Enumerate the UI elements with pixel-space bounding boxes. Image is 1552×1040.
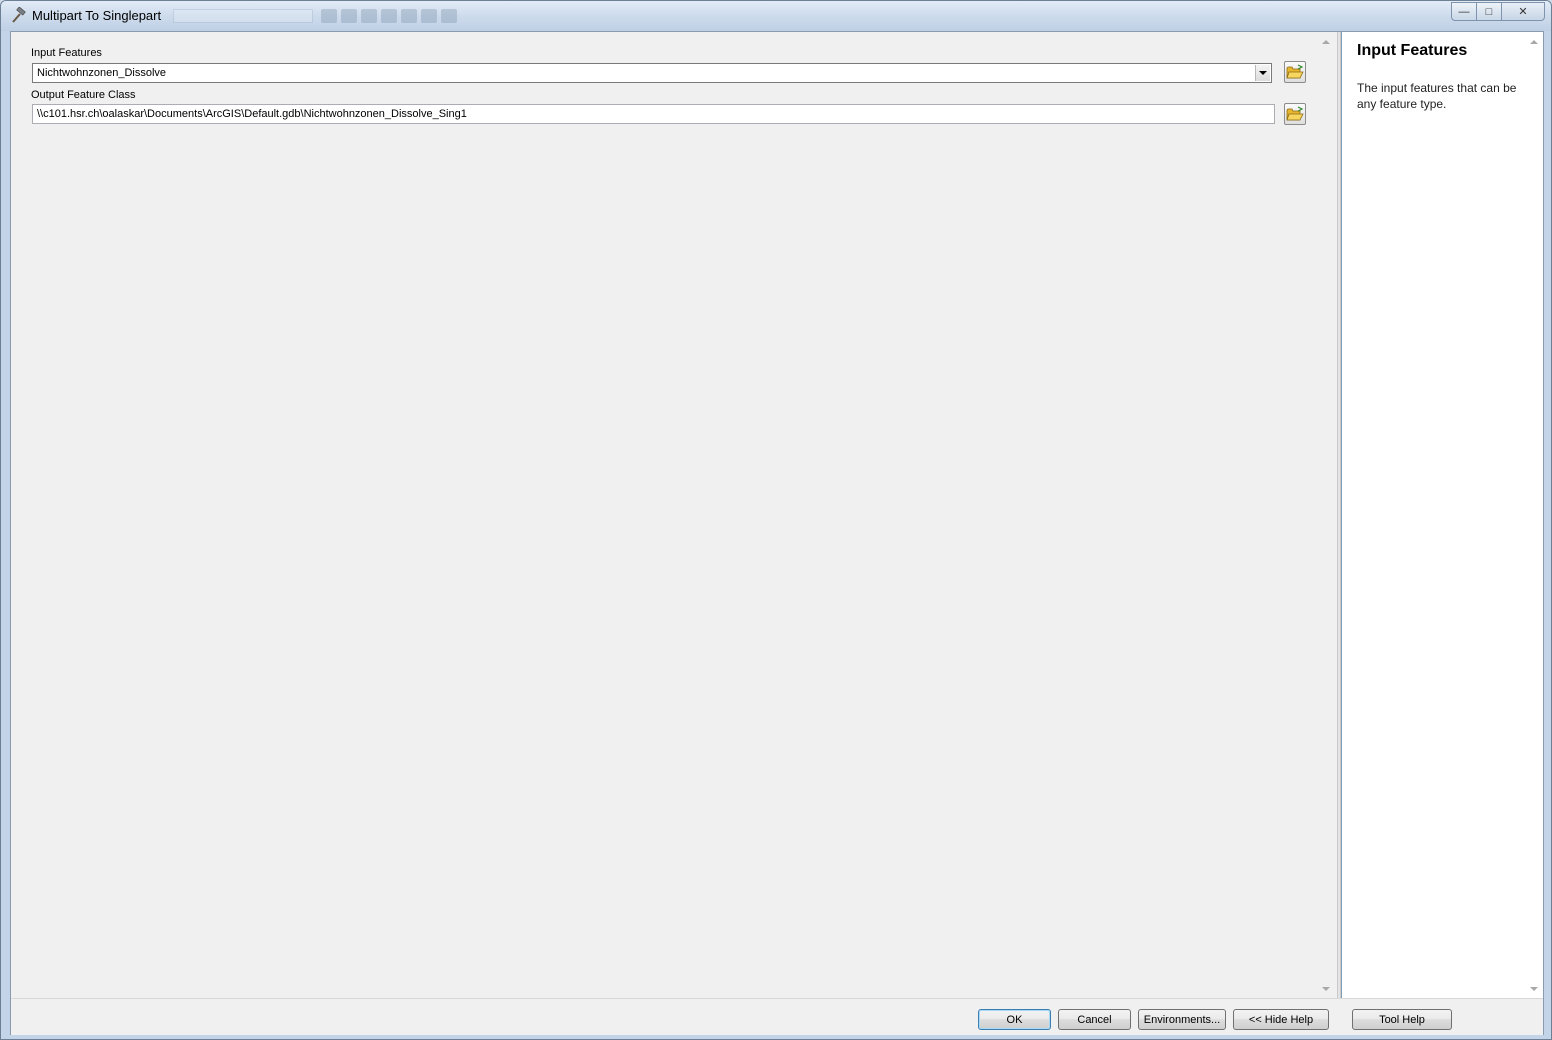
scroll-down-icon[interactable]	[1322, 987, 1330, 991]
chevron-down-icon[interactable]	[1255, 65, 1270, 81]
tool-dialog-window: Multipart To Singlepart — □ ✕ Input Feat…	[0, 0, 1552, 1040]
maximize-button[interactable]: □	[1476, 2, 1502, 21]
ok-button[interactable]: OK	[978, 1009, 1051, 1030]
scroll-down-icon[interactable]	[1530, 987, 1538, 991]
scroll-up-icon[interactable]	[1322, 40, 1330, 44]
parameters-panel: Input Features Nichtwohnzonen_Dissolve O…	[11, 32, 1335, 998]
tool-help-button[interactable]: Tool Help	[1352, 1009, 1452, 1030]
close-button[interactable]: ✕	[1501, 2, 1545, 21]
open-folder-icon	[1286, 64, 1304, 79]
input-features-browse-button[interactable]	[1284, 61, 1306, 83]
output-feature-class-input[interactable]: \\c101.hsr.ch\oalaskar\Documents\ArcGIS\…	[32, 104, 1275, 124]
output-feature-class-value: \\c101.hsr.ch\oalaskar\Documents\ArcGIS\…	[37, 108, 467, 120]
parameters-scrollbar[interactable]	[1318, 32, 1335, 998]
minimize-button[interactable]: —	[1451, 2, 1477, 21]
dialog-client-area: Input Features Nichtwohnzonen_Dissolve O…	[10, 31, 1544, 1035]
close-icon: ✕	[1518, 6, 1528, 18]
dialog-button-bar: OK Cancel Environments... << Hide Help T…	[11, 998, 1543, 1035]
help-scrollbar[interactable]	[1526, 32, 1543, 998]
hammer-icon	[9, 6, 27, 25]
background-toolbar-ghost	[171, 6, 511, 26]
maximize-icon: □	[1485, 5, 1493, 18]
minimize-icon: —	[1458, 5, 1470, 18]
environments-button[interactable]: Environments...	[1138, 1009, 1226, 1030]
window-controls: — □ ✕	[1451, 2, 1545, 22]
scroll-up-icon[interactable]	[1530, 40, 1538, 44]
title-bar[interactable]: Multipart To Singlepart — □ ✕	[1, 1, 1551, 31]
help-description: The input features that can be any featu…	[1357, 81, 1517, 111]
help-panel: Input Features The input features that c…	[1341, 32, 1543, 998]
input-features-combobox[interactable]: Nichtwohnzonen_Dissolve	[32, 63, 1272, 83]
output-feature-class-browse-button[interactable]	[1284, 103, 1306, 125]
hide-help-button[interactable]: << Hide Help	[1233, 1009, 1329, 1030]
help-title: Input Features	[1357, 42, 1468, 59]
window-title: Multipart To Singlepart	[32, 8, 162, 23]
input-features-label: Input Features	[31, 47, 102, 59]
output-feature-class-label: Output Feature Class	[31, 89, 136, 101]
open-folder-icon	[1286, 106, 1304, 121]
input-features-value: Nichtwohnzonen_Dissolve	[37, 67, 167, 79]
cancel-button[interactable]: Cancel	[1058, 1009, 1131, 1030]
